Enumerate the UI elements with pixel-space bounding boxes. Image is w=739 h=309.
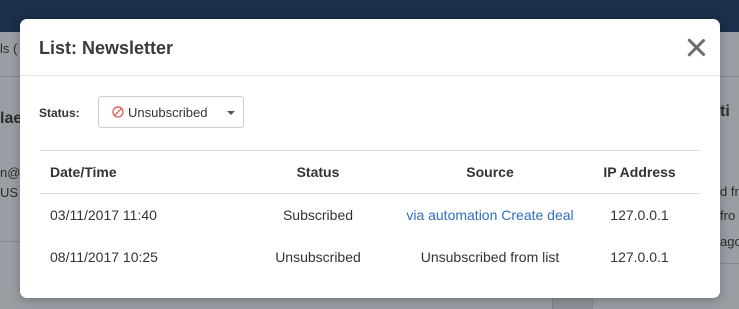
background-text: ls ( <box>0 41 18 56</box>
close-icon[interactable] <box>686 37 706 57</box>
cell-ip: 127.0.0.1 <box>610 207 669 223</box>
status-label: Status: <box>39 106 80 120</box>
column-header-ip: IP Address <box>579 150 700 194</box>
status-select[interactable]: Unsubscribed <box>98 96 244 128</box>
background-text: ago <box>720 234 739 249</box>
column-header-status: Status <box>235 150 401 194</box>
cell-ip: 127.0.0.1 <box>610 249 669 265</box>
background-text: fro <box>720 208 736 223</box>
column-header-datetime: Date/Time <box>40 150 235 194</box>
background-text: lae <box>0 110 23 127</box>
cell-status: Subscribed <box>282 207 354 223</box>
modal-header: List: Newsletter <box>20 19 720 76</box>
background-text: US <box>0 185 19 200</box>
history-table: Date/Time Status Source IP Address 03/11… <box>40 150 700 278</box>
cell-datetime: 08/11/2017 10:25 <box>50 249 158 265</box>
cell-source: via automation Create deal <box>401 194 579 237</box>
cell-source: Unsubscribed from list <box>420 249 560 265</box>
status-select-value: Unsubscribed <box>128 105 208 120</box>
column-header-source: Source <box>401 150 579 194</box>
background-text: ti <box>720 103 730 120</box>
table-row: 03/11/2017 11:40 Subscribed via automati… <box>40 194 700 237</box>
table-row: 08/11/2017 10:25 Unsubscribed Unsubscrib… <box>40 236 700 278</box>
list-history-modal: List: Newsletter Status: Unsubscribed Da… <box>20 19 720 298</box>
modal-title: List: Newsletter <box>39 38 174 58</box>
ban-icon <box>112 106 124 118</box>
background-text: d fr <box>720 184 739 199</box>
table-header-row: Date/Time Status Source IP Address <box>40 150 700 194</box>
source-link[interactable]: via automation Create deal <box>406 207 573 223</box>
cell-status: Unsubscribed <box>275 249 361 265</box>
caret-down-icon <box>227 111 235 115</box>
cell-datetime: 03/11/2017 11:40 <box>50 207 157 223</box>
